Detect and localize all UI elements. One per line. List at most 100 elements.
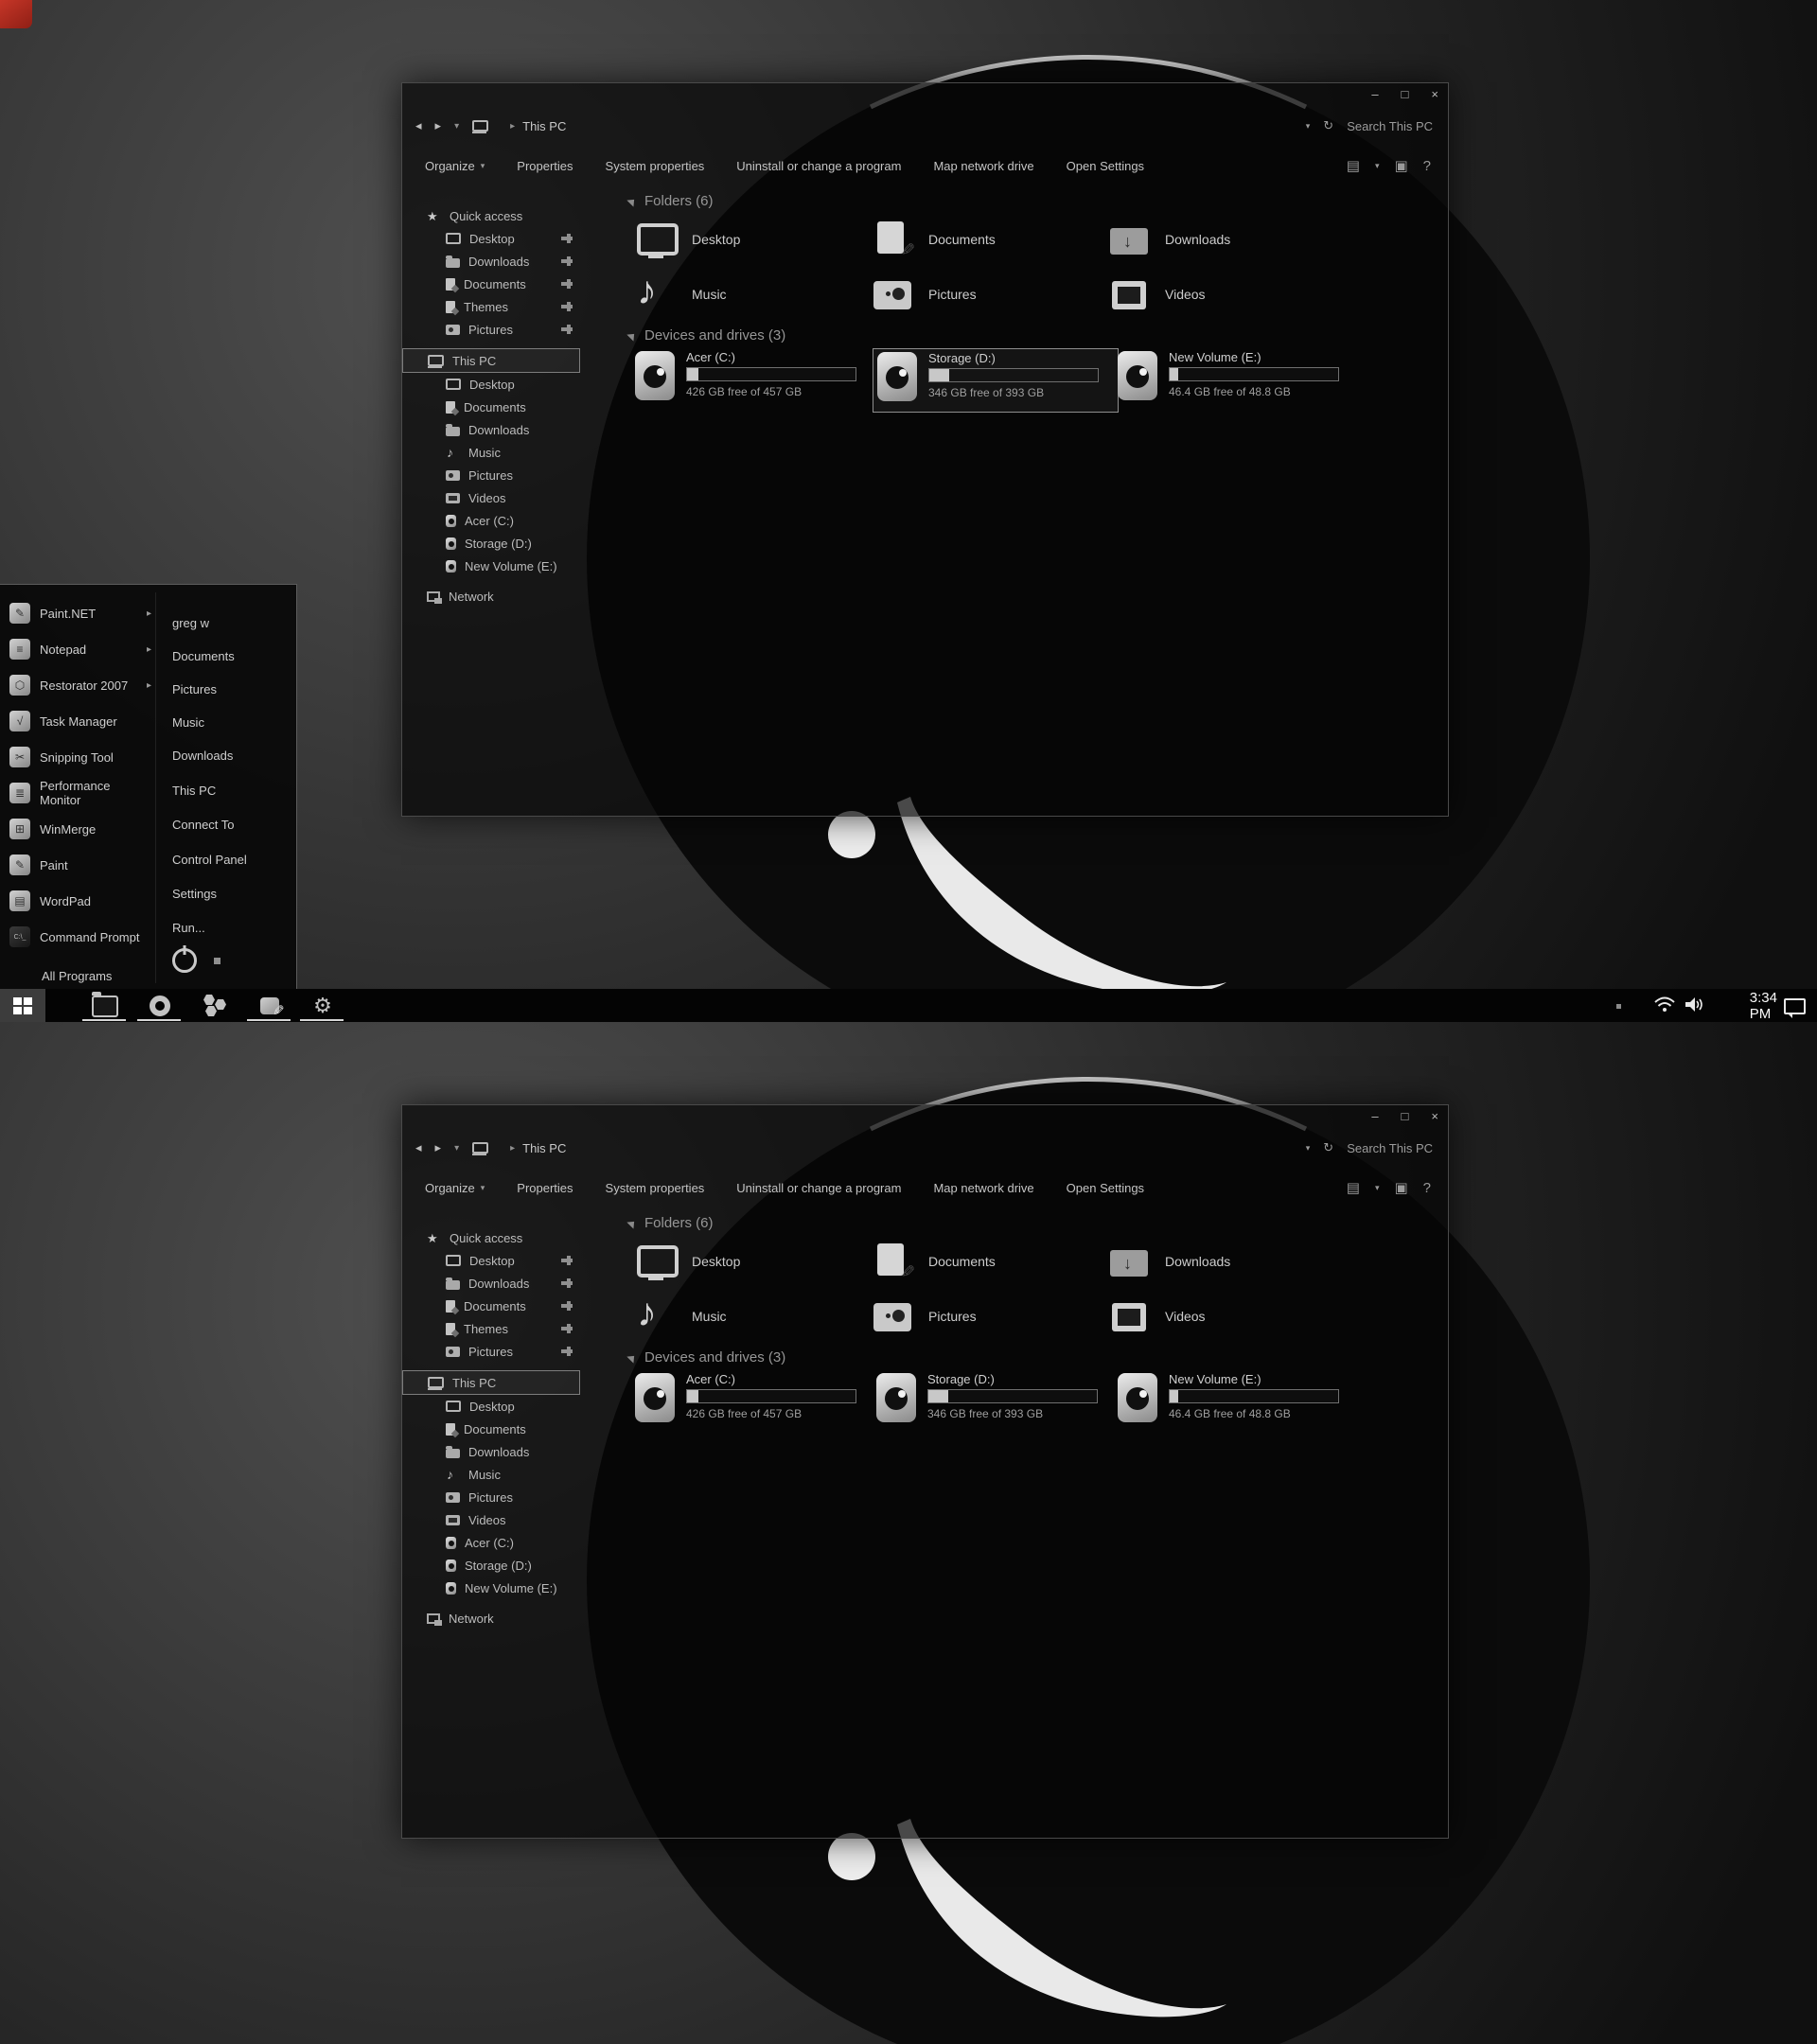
breadcrumb[interactable]: This PC (522, 1141, 566, 1155)
folder-tile-pictures[interactable]: Pictures (872, 271, 1099, 318)
chevron-down-icon[interactable]: ▾ (1375, 1183, 1380, 1193)
refresh-icon[interactable]: ↻ (1323, 1140, 1333, 1155)
chevron-down-icon[interactable]: ▾ (1375, 161, 1380, 171)
speaker-icon[interactable] (1685, 996, 1705, 1013)
sidebar-item-pictures[interactable]: Pictures (402, 318, 588, 341)
taskbar-file-explorer-icon[interactable] (92, 994, 118, 1018)
forward-icon[interactable]: ▸ (435, 1140, 442, 1155)
wifi-icon[interactable] (1654, 996, 1675, 1013)
taskbar-settings-icon[interactable]: ⚙ (309, 994, 336, 1018)
start-app-task-manager[interactable]: √Task Manager (9, 707, 153, 735)
sidebar-item-network[interactable]: Network (402, 585, 588, 608)
power-icon[interactable] (172, 948, 197, 973)
sidebar-item-downloads-pc[interactable]: Downloads (402, 1440, 588, 1463)
sidebar-item-desktop[interactable]: Desktop (402, 1249, 588, 1272)
start-item-run[interactable]: Run... (161, 915, 301, 940)
recent-locations-icon[interactable]: ▾ (454, 1143, 459, 1154)
forward-icon[interactable]: ▸ (435, 118, 442, 133)
clock[interactable]: 3:34 PM (1750, 989, 1777, 1022)
sidebar-item-downloads[interactable]: Downloads (402, 1272, 588, 1295)
folder-tile-pictures[interactable]: Pictures (872, 1293, 1099, 1340)
drive-tile-storage-d[interactable]: Storage (D:) 346 GB free of 393 GB (873, 348, 1119, 413)
drive-tile-new-volume-e[interactable]: New Volume (E:) 46.4 GB free of 48.8 GB (1114, 1370, 1358, 1433)
folders-group-header[interactable]: Folders (6) (627, 1215, 714, 1231)
drive-tile-storage-d[interactable]: Storage (D:) 346 GB free of 393 GB (873, 1370, 1117, 1433)
start-button[interactable] (0, 989, 45, 1022)
properties-button[interactable]: Properties (517, 159, 573, 173)
sidebar-item-documents[interactable]: Documents (402, 273, 588, 295)
sidebar-item-pictures[interactable]: Pictures (402, 1340, 588, 1363)
minimize-button[interactable]: – (1371, 1109, 1378, 1124)
minimize-button[interactable]: – (1371, 87, 1378, 102)
address-dropdown-icon[interactable]: ▾ (1306, 121, 1311, 132)
sidebar-item-new-volume-e[interactable]: New Volume (E:) (402, 1577, 588, 1599)
drive-tile-acer-c[interactable]: Acer (C:) 426 GB free of 457 GB (631, 348, 875, 411)
folder-tile-desktop[interactable]: Desktop (635, 1238, 862, 1285)
maximize-button[interactable]: □ (1402, 1109, 1409, 1124)
back-icon[interactable]: ◂ (415, 1140, 422, 1155)
sidebar-item-quick-access[interactable]: Quick access (402, 204, 588, 227)
sidebar-item-new-volume-e[interactable]: New Volume (E:) (402, 555, 588, 577)
sidebar-item-desktop[interactable]: Desktop (402, 227, 588, 250)
sidebar-item-storage-d[interactable]: Storage (D:) (402, 532, 588, 555)
start-app-performance-monitor[interactable]: ≣Performance Monitor (9, 779, 153, 807)
start-app-command-prompt[interactable]: C:\_Command Prompt (9, 923, 153, 951)
folder-tile-music[interactable]: Music (635, 271, 862, 318)
sidebar-item-acer-c[interactable]: Acer (C:) (402, 1531, 588, 1554)
address-dropdown-icon[interactable]: ▾ (1306, 1143, 1311, 1154)
start-item-this-pc[interactable]: This PC (161, 778, 301, 802)
start-app-paint[interactable]: ✎Paint (9, 851, 153, 879)
devices-group-header[interactable]: Devices and drives (3) (627, 327, 785, 344)
start-app-paintnet[interactable]: ✎Paint.NET▸ (9, 599, 153, 627)
sidebar-item-documents-pc[interactable]: Documents (402, 396, 588, 418)
all-programs-button[interactable]: All Programs (9, 961, 185, 990)
start-app-wordpad[interactable]: ▤WordPad (9, 887, 153, 915)
folder-tile-documents[interactable]: Documents (872, 1238, 1099, 1285)
sidebar-item-network[interactable]: Network (402, 1607, 588, 1630)
sidebar-item-documents[interactable]: Documents (402, 1295, 588, 1317)
search-input[interactable]: Search This PC (1347, 1141, 1433, 1155)
system-properties-button[interactable]: System properties (606, 159, 705, 173)
sidebar-item-downloads[interactable]: Downloads (402, 250, 588, 273)
organize-button[interactable]: Organize▾ (425, 159, 485, 173)
folder-tile-desktop[interactable]: Desktop (635, 216, 862, 263)
start-item-downloads[interactable]: Downloads (161, 743, 301, 767)
folder-tile-videos[interactable]: Videos (1108, 1293, 1335, 1340)
uninstall-button[interactable]: Uninstall or change a program (736, 159, 901, 173)
sidebar-item-documents-pc[interactable]: Documents (402, 1418, 588, 1440)
start-app-snipping-tool[interactable]: ✂Snipping Tool (9, 743, 153, 771)
open-settings-button[interactable]: Open Settings (1067, 1181, 1144, 1195)
close-button[interactable]: × (1431, 87, 1438, 102)
sidebar-item-videos[interactable]: Videos (402, 486, 588, 509)
breadcrumb[interactable]: This PC (522, 119, 566, 133)
power-options-icon[interactable] (214, 958, 221, 964)
uninstall-button[interactable]: Uninstall or change a program (736, 1181, 901, 1195)
taskbar-chrome-icon[interactable] (147, 994, 173, 1018)
start-app-winmerge[interactable]: ⊞WinMerge (9, 815, 153, 843)
search-input[interactable]: Search This PC (1347, 119, 1433, 133)
start-item-connect-to[interactable]: Connect To (161, 812, 301, 837)
desktop-shortcut-icon[interactable] (0, 0, 32, 28)
taskbar-restorator-icon[interactable] (202, 994, 228, 1018)
start-app-restorator[interactable]: ⬡Restorator 2007▸ (9, 671, 153, 699)
start-user-greg-w[interactable]: greg w (161, 610, 301, 635)
sidebar-item-this-pc[interactable]: This PC (402, 348, 580, 373)
preview-pane-icon[interactable]: ▤ (1347, 1179, 1360, 1196)
large-icons-view-icon[interactable]: ▣ (1394, 157, 1407, 174)
recent-locations-icon[interactable]: ▾ (454, 121, 459, 132)
sidebar-item-themes[interactable]: Themes (402, 295, 588, 318)
start-item-music[interactable]: Music (161, 710, 301, 734)
start-item-control-panel[interactable]: Control Panel (161, 847, 301, 872)
refresh-icon[interactable]: ↻ (1323, 118, 1333, 133)
back-icon[interactable]: ◂ (415, 118, 422, 133)
large-icons-view-icon[interactable]: ▣ (1394, 1179, 1407, 1196)
sidebar-item-quick-access[interactable]: Quick access (402, 1226, 588, 1249)
drive-tile-acer-c[interactable]: Acer (C:) 426 GB free of 457 GB (631, 1370, 875, 1433)
map-network-drive-button[interactable]: Map network drive (933, 159, 1033, 173)
sidebar-item-desktop-pc[interactable]: Desktop (402, 373, 588, 396)
sidebar-item-pictures-pc[interactable]: Pictures (402, 1486, 588, 1508)
sidebar-item-themes[interactable]: Themes (402, 1317, 588, 1340)
start-item-settings[interactable]: Settings (161, 881, 301, 906)
close-button[interactable]: × (1431, 1109, 1438, 1124)
maximize-button[interactable]: □ (1402, 87, 1409, 102)
